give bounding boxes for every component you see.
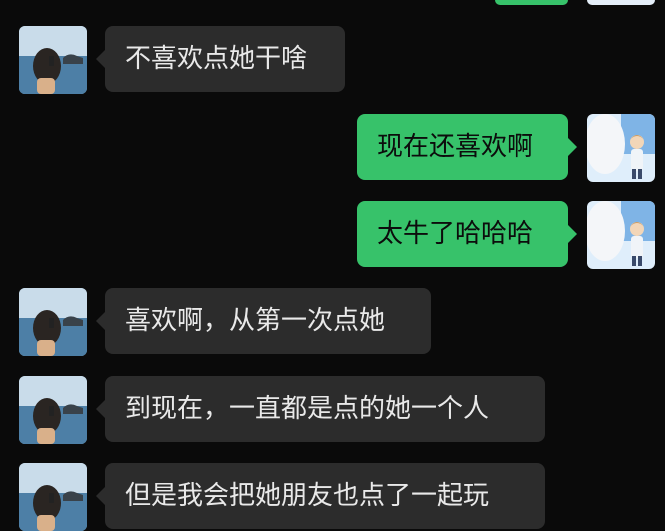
anime-boy-avatar-icon (587, 114, 655, 182)
contact-avatar[interactable] (19, 288, 87, 356)
incoming-message-bubble[interactable]: 不喜欢点她干啥 (96, 26, 345, 92)
contact-avatar[interactable] (19, 26, 87, 94)
self-avatar[interactable] (587, 114, 655, 182)
message-text: 但是我会把她朋友也点了一起玩 (125, 481, 490, 511)
previous-avatar-edge (587, 0, 655, 5)
girl-by-sea-avatar-icon (19, 463, 87, 531)
girl-by-sea-avatar-icon (19, 26, 87, 94)
contact-avatar[interactable] (19, 376, 87, 444)
previous-bubble-edge (495, 0, 568, 5)
incoming-message-bubble[interactable]: 但是我会把她朋友也点了一起玩 (96, 463, 545, 529)
message-text: 喜欢啊，从第一次点她 (125, 306, 386, 336)
contact-avatar[interactable] (19, 463, 87, 531)
outgoing-message-bubble[interactable]: 太牛了哈哈哈 (357, 201, 577, 267)
message-text: 到现在，一直都是点的她一个人 (125, 394, 490, 424)
message-text: 现在还喜欢啊 (377, 132, 534, 162)
incoming-message-bubble[interactable]: 喜欢啊，从第一次点她 (96, 288, 431, 354)
girl-by-sea-avatar-icon (19, 288, 87, 356)
message-text: 太牛了哈哈哈 (377, 219, 534, 249)
outgoing-message-bubble[interactable]: 现在还喜欢啊 (357, 114, 577, 180)
girl-by-sea-avatar-icon (19, 376, 87, 444)
message-text: 不喜欢点她干啥 (125, 44, 308, 74)
self-avatar[interactable] (587, 201, 655, 269)
anime-boy-avatar-icon (587, 201, 655, 269)
incoming-message-bubble[interactable]: 到现在，一直都是点的她一个人 (96, 376, 545, 442)
